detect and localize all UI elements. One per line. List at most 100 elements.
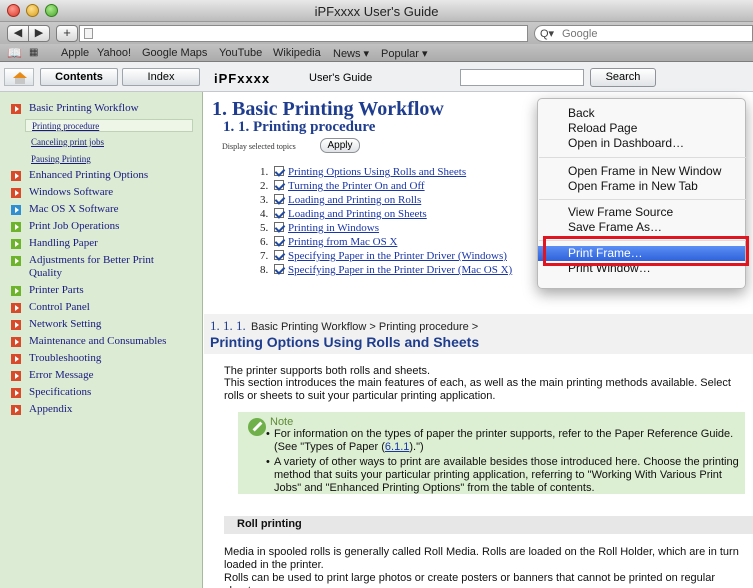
topic-item[interactable]: 8. Specifying Paper in the Printer Driver… bbox=[260, 264, 512, 276]
apply-button[interactable]: Apply bbox=[320, 138, 360, 153]
menu-item-open-frame-new-window[interactable]: Open Frame in New Window bbox=[538, 164, 745, 179]
back-button[interactable]: ◀ bbox=[7, 25, 29, 42]
topic-number: 4. bbox=[260, 208, 269, 220]
guide-brand: iPFxxxx bbox=[214, 71, 271, 86]
note-text: ).") bbox=[409, 441, 424, 453]
bookmark-google-maps[interactable]: Google Maps bbox=[142, 47, 207, 59]
topic-checkbox[interactable] bbox=[274, 194, 284, 204]
sidebar-subitem-printing-procedure[interactable]: Printing procedure bbox=[25, 119, 193, 132]
bookmark-yahoo[interactable]: Yahoo! bbox=[97, 47, 131, 59]
sidebar-subitem-canceling-print-jobs[interactable]: Canceling print jobs bbox=[25, 136, 193, 149]
topic-number: 3. bbox=[260, 194, 269, 206]
menu-item-open-in-dashboard[interactable]: Open in Dashboard… bbox=[538, 136, 745, 151]
topic-item[interactable]: 7. Specifying Paper in the Printer Driver… bbox=[260, 250, 507, 262]
topic-item[interactable]: 3. Loading and Printing on Rolls bbox=[260, 194, 421, 206]
bullet-icon: • bbox=[266, 428, 270, 440]
section-arrow-icon bbox=[11, 303, 21, 313]
tab-contents[interactable]: Contents bbox=[40, 68, 118, 86]
topic-link[interactable]: Printing in Windows bbox=[288, 222, 379, 234]
tab-index[interactable]: Index bbox=[122, 68, 200, 86]
topic-item[interactable]: 6. Printing from Mac OS X bbox=[260, 236, 397, 248]
title-bar: iPFxxxx User's Guide bbox=[0, 0, 753, 22]
section-arrow-icon bbox=[11, 256, 21, 266]
menu-item-open-frame-new-tab[interactable]: Open Frame in New Tab bbox=[538, 179, 745, 194]
topic-number: 1. bbox=[260, 166, 269, 178]
sidebar-item-label: Windows Software bbox=[29, 186, 114, 198]
sidebar-item-label: Appendix bbox=[29, 403, 73, 415]
sidebar-item-label: Printer Parts bbox=[29, 284, 84, 296]
display-topics-label: Display selected topics bbox=[222, 142, 296, 151]
topic-checkbox[interactable] bbox=[274, 180, 284, 190]
section-arrow-icon bbox=[11, 188, 21, 198]
breadcrumb: Basic Printing Workflow > Printing proce… bbox=[251, 321, 479, 333]
section-arrow-icon bbox=[11, 239, 21, 249]
sidebar-item-label: Control Panel bbox=[29, 301, 90, 313]
topic-checkbox[interactable] bbox=[274, 222, 284, 232]
search-icon: Q▾ bbox=[540, 28, 555, 40]
home-icon-body bbox=[15, 78, 25, 84]
section-arrow-icon bbox=[11, 171, 21, 181]
section-title: Printing Options Using Rolls and Sheets bbox=[210, 334, 480, 350]
roll-paragraph-2: Rolls can be used to print large photos … bbox=[224, 572, 716, 588]
section-arrow-icon bbox=[11, 337, 21, 347]
menu-item-back[interactable]: Back bbox=[538, 106, 745, 121]
guide-search-input[interactable] bbox=[460, 69, 584, 86]
bookmark-news[interactable]: News ▾ bbox=[333, 47, 369, 60]
section-arrow-icon bbox=[11, 286, 21, 296]
bookmark-wikipedia[interactable]: Wikipedia bbox=[273, 47, 321, 59]
forward-button[interactable]: ▶ bbox=[28, 25, 50, 42]
google-search-field[interactable]: Q▾ bbox=[534, 25, 753, 42]
topic-number: 2. bbox=[260, 180, 269, 192]
search-button[interactable]: Search bbox=[590, 68, 656, 87]
topic-link[interactable]: Loading and Printing on Sheets bbox=[288, 208, 427, 220]
google-search-input[interactable] bbox=[562, 27, 742, 40]
section-arrow-icon bbox=[11, 371, 21, 381]
topic-link[interactable]: Specifying Paper in the Printer Driver (… bbox=[288, 250, 507, 262]
bullet-icon: • bbox=[266, 456, 270, 468]
sidebar-subitem-pausing-printing[interactable]: Pausing Printing bbox=[25, 153, 193, 166]
paper-types-link[interactable]: 6.1.1 bbox=[385, 441, 409, 453]
topic-link[interactable]: Printing Options Using Rolls and Sheets bbox=[288, 166, 466, 178]
address-field[interactable] bbox=[79, 25, 528, 42]
topic-item[interactable]: 4. Loading and Printing on Sheets bbox=[260, 208, 427, 220]
topic-checkbox[interactable] bbox=[274, 208, 284, 218]
page-icon bbox=[84, 28, 93, 39]
page-title: 1. Basic Printing Workflow bbox=[212, 98, 444, 120]
sidebar-item-label: Mac OS X Software bbox=[29, 203, 119, 215]
menu-item-view-frame-source[interactable]: View Frame Source bbox=[538, 205, 745, 220]
topic-checkbox[interactable] bbox=[274, 250, 284, 260]
topic-link[interactable]: Specifying Paper in the Printer Driver (… bbox=[288, 264, 512, 276]
sidebar-item-label: Error Message bbox=[29, 369, 94, 381]
topic-item[interactable]: 2. Turning the Printer On and Off bbox=[260, 180, 425, 192]
topic-link[interactable]: Printing from Mac OS X bbox=[288, 236, 397, 248]
grid-icon[interactable]: ▦ bbox=[29, 47, 38, 58]
topic-checkbox[interactable] bbox=[274, 236, 284, 246]
bookmark-apple[interactable]: Apple bbox=[61, 47, 89, 59]
topic-checkbox[interactable] bbox=[274, 166, 284, 176]
note-text: For information on the types of paper th… bbox=[274, 428, 734, 453]
topic-link[interactable]: Turning the Printer On and Off bbox=[288, 180, 425, 192]
topic-checkbox[interactable] bbox=[274, 264, 284, 274]
home-tab[interactable] bbox=[4, 68, 34, 86]
topic-number: 8. bbox=[260, 264, 269, 276]
bookmark-popular[interactable]: Popular ▾ bbox=[381, 47, 428, 60]
add-bookmark-button[interactable]: + bbox=[56, 25, 78, 42]
intro-paragraph-2: This section introduces the main feature… bbox=[224, 377, 731, 402]
sidebar-item-label: Troubleshooting bbox=[29, 352, 102, 364]
sidebar-item-label: Basic Printing Workflow bbox=[29, 102, 139, 114]
note-bullet-2: • A variety of other ways to print are av… bbox=[266, 456, 740, 495]
topic-item[interactable]: 5. Printing in Windows bbox=[260, 222, 379, 234]
menu-item-reload-page[interactable]: Reload Page bbox=[538, 121, 745, 136]
sidebar-item-label: Network Setting bbox=[29, 318, 102, 330]
section-arrow-icon bbox=[11, 104, 21, 114]
sidebar-item-label: Quality bbox=[29, 267, 62, 279]
menu-item-save-frame-as[interactable]: Save Frame As… bbox=[538, 220, 745, 235]
section-arrow-icon bbox=[11, 354, 21, 364]
bookmark-youtube[interactable]: YouTube bbox=[219, 47, 262, 59]
section-arrow-icon bbox=[11, 405, 21, 415]
browser-toolbar: ◀ ▶ + Q▾ bbox=[0, 22, 753, 44]
topic-item[interactable]: 1. Printing Options Using Rolls and Sheet… bbox=[260, 166, 466, 178]
topic-link[interactable]: Loading and Printing on Rolls bbox=[288, 194, 421, 206]
sidebar-item-label: Handling Paper bbox=[29, 237, 98, 249]
book-icon[interactable]: 📖 bbox=[7, 46, 22, 60]
